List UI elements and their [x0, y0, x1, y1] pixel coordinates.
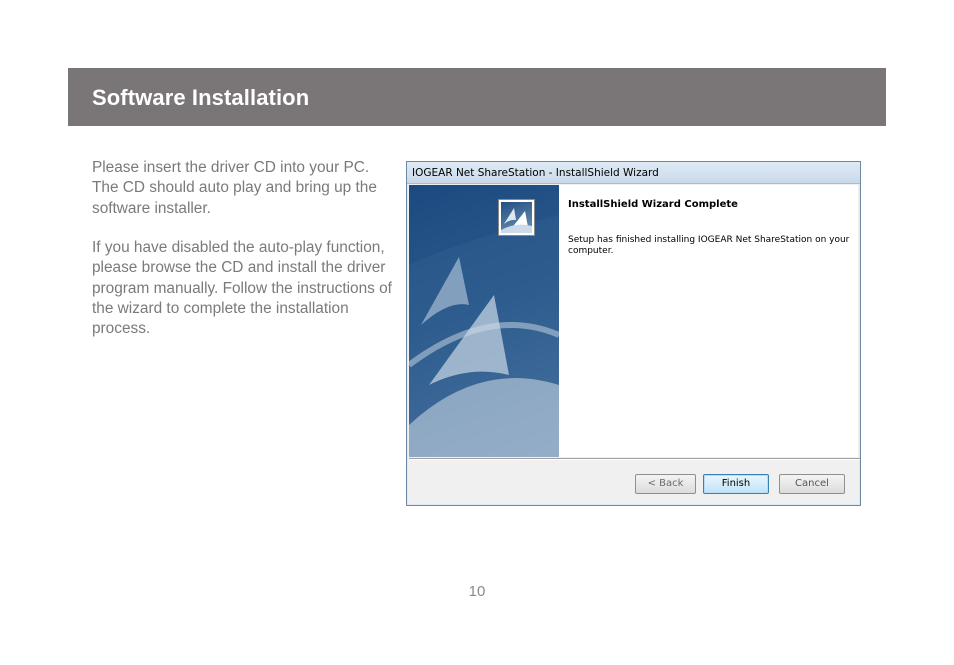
- wizard-content-pane: [559, 185, 858, 457]
- cancel-button[interactable]: Cancel: [779, 474, 845, 494]
- finish-button[interactable]: Finish: [703, 474, 769, 494]
- sail-logo-icon: [501, 208, 532, 233]
- dialog-title: IOGEAR Net ShareStation - InstallShield …: [412, 167, 659, 179]
- button-separator: [409, 458, 860, 460]
- page-number: 10: [468, 583, 486, 600]
- section-header-bar: Software Installation: [68, 68, 886, 126]
- dialog-titlebar[interactable]: IOGEAR Net ShareStation - InstallShield …: [407, 162, 860, 184]
- section-title: Software Installation: [92, 85, 310, 110]
- back-button[interactable]: < Back: [635, 474, 696, 494]
- sail-graphic: [409, 215, 559, 457]
- wizard-complete-message: Setup has finished installing IOGEAR Net…: [568, 235, 850, 256]
- instruction-paragraph-1: Please insert the driver CD into your PC…: [92, 159, 377, 217]
- wizard-side-banner: [409, 185, 559, 457]
- instruction-paragraph-2: If you have disabled the auto-play funct…: [92, 239, 392, 338]
- installshield-wizard-dialog: IOGEAR Net ShareStation - InstallShield …: [406, 161, 861, 506]
- installshield-logo: [498, 199, 535, 236]
- wizard-complete-heading: InstallShield Wizard Complete: [568, 199, 738, 210]
